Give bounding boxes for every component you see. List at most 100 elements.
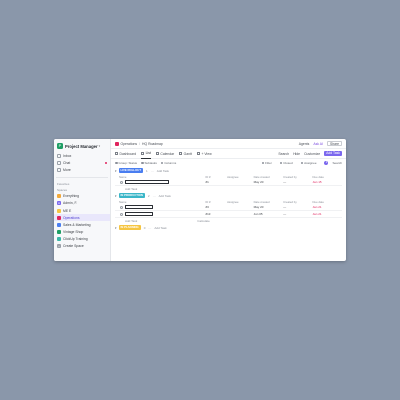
assignee-chip[interactable]: Assignee [300, 161, 317, 165]
filter-bar: Group: Status Subtasks Columns Filter Clos… [111, 159, 346, 167]
sidebar-space-label: ME E [63, 208, 72, 213]
created-by: — [283, 212, 287, 216]
calculate-button[interactable]: Calculate [197, 219, 210, 223]
sidebar-space-item[interactable]: Sales & Marketing [54, 221, 110, 228]
group-header[interactable]: ▾ LIVE ROLLOUT 1 ··· Add Task [115, 167, 342, 174]
column-header[interactable]: Date created [254, 175, 283, 179]
workspace-name: Project Manager [65, 143, 98, 149]
task-name-field[interactable] [125, 212, 153, 216]
sidebar-space-label: ClickUp Training [63, 237, 88, 242]
workspace-switcher[interactable]: P Project Manager ▾ [54, 141, 110, 151]
status-badge[interactable]: IN PLANNING [118, 225, 141, 230]
sidebar-space-item[interactable]: ME E [54, 207, 110, 214]
assignee-chip-label: Assignee [304, 161, 317, 165]
sidebar-space-item[interactable]: Vintage Shop [54, 229, 110, 236]
share-button[interactable]: Share [326, 141, 342, 146]
created-by: — [283, 180, 287, 184]
column-header[interactable]: Created by [283, 200, 312, 204]
filter-chip[interactable]: Filter [261, 161, 272, 165]
filter-chip[interactable]: Subtasks [141, 161, 157, 165]
task-name-cell[interactable] [119, 205, 205, 209]
group-add-task[interactable]: Add Task [159, 194, 171, 198]
filter-chip[interactable]: Columns [160, 161, 176, 165]
group-header[interactable]: ▾ IN PLANNING 0 ··· Add Task [115, 224, 342, 231]
due-date[interactable]: Jan 21 [313, 212, 342, 216]
status-group: ▾ IN PLANNING 0 ··· Add Task [111, 224, 346, 231]
table-row[interactable]: #3 May 20 — Jan 21 [115, 204, 342, 211]
closed-chip[interactable]: Closed [279, 161, 293, 165]
view-icon [141, 151, 145, 155]
task-name-field[interactable] [125, 205, 153, 209]
agents-button[interactable]: Agents [299, 142, 310, 146]
more-icon[interactable]: ··· [148, 226, 151, 230]
sidebar-item-label: Chat [63, 160, 71, 165]
top-actions: Agents Ask AI Share [299, 141, 342, 146]
task-name-field[interactable] [125, 180, 169, 184]
column-header[interactable]: Due date [313, 175, 342, 179]
hide-button[interactable]: Hide [293, 152, 300, 156]
sidebar-space-item[interactable]: + Create Space [54, 243, 110, 250]
sidebar-space-label: Operations [63, 215, 80, 220]
group-add-task[interactable]: Add Task [157, 169, 169, 173]
table-row[interactable]: #1 May 20 — Jan 15 [115, 179, 342, 186]
search-button[interactable]: Search [278, 152, 289, 156]
sidebar-item-inbox[interactable]: Inbox [54, 152, 110, 159]
ask-ai-button[interactable]: Ask AI [313, 142, 323, 146]
status-circle-icon[interactable] [120, 212, 123, 216]
sidebar-space-item[interactable]: Operations [54, 214, 110, 222]
sidebar-space-label: Everything [63, 194, 80, 199]
sidebar-space-item[interactable]: ClickUp Training [54, 236, 110, 243]
column-header[interactable]: ID # [205, 200, 227, 204]
task-name-cell[interactable] [119, 212, 205, 216]
chevron-down-icon[interactable]: ▾ [115, 169, 117, 173]
sidebar-space-label: Vintage Shop [63, 230, 84, 235]
column-header[interactable]: Created by [283, 175, 312, 179]
view-icon [196, 152, 200, 155]
status-circle-icon[interactable] [120, 180, 123, 184]
column-header[interactable]: Due date [313, 200, 342, 204]
view-tab[interactable]: Dashboard [115, 149, 136, 159]
due-date[interactable]: Jan 21 [313, 205, 342, 209]
space-icon [57, 215, 61, 220]
view-tab[interactable]: List [141, 149, 151, 159]
column-header[interactable]: ID # [205, 175, 227, 179]
add-task-button[interactable]: Add Task [324, 150, 342, 157]
view-actions: Search Hide Customize Add Task [278, 150, 342, 157]
table-row[interactable]: #13 Jun 05 — Jan 21 [115, 211, 342, 218]
view-tab[interactable]: Gantt [179, 149, 192, 159]
app-window: P Project Manager ▾ Inbox Chat More Favo… [54, 139, 346, 261]
group-add-task[interactable]: Add Task [154, 226, 166, 230]
group-count: 2 [147, 193, 150, 198]
breadcrumb-space[interactable]: Operations [121, 142, 138, 146]
view-tab[interactable]: Calendar [155, 149, 175, 159]
more-icon[interactable]: ··· [151, 169, 154, 173]
status-badge[interactable]: LIVE ROLLOUT [118, 168, 144, 173]
list-search-button[interactable]: Search [332, 161, 342, 165]
sidebar-item-more[interactable]: More [54, 166, 110, 173]
column-header[interactable]: Name [119, 175, 205, 179]
sidebar-item-chat[interactable]: Chat [54, 159, 110, 166]
more-icon[interactable]: ··· [153, 194, 156, 198]
chevron-down-icon[interactable]: ▾ [115, 194, 117, 198]
created-by: — [283, 205, 287, 209]
filter-chip[interactable]: Group: Status [115, 161, 137, 165]
group-header[interactable]: ▾ IN PRODUCTION 2 ··· Add Task [115, 192, 342, 199]
chevron-down-icon[interactable]: ▾ [115, 226, 117, 230]
breadcrumb: Operations / HQ Roadmap [115, 141, 163, 146]
due-date[interactable]: Jan 15 [313, 180, 342, 184]
column-header[interactable]: Date created [254, 200, 283, 204]
view-tab-label: Calendar [160, 151, 175, 156]
customize-button[interactable]: Customize [304, 152, 320, 156]
sidebar-nav: Inbox Chat More [54, 152, 110, 174]
column-header[interactable]: Assignee [227, 175, 254, 179]
sidebar-space-item[interactable]: Everything [54, 193, 110, 200]
column-header[interactable]: Name [119, 200, 205, 204]
status-circle-icon[interactable] [120, 205, 123, 209]
column-header[interactable]: Assignee [227, 200, 254, 204]
sidebar-item-label: Inbox [63, 153, 72, 158]
task-name-cell[interactable] [119, 180, 205, 184]
breadcrumb-list[interactable]: HQ Roadmap [142, 142, 163, 146]
view-tab[interactable]: + View [196, 149, 212, 159]
sidebar-space-item[interactable]: A Admin, F. [54, 200, 110, 207]
status-badge[interactable]: IN PRODUCTION [118, 193, 145, 198]
